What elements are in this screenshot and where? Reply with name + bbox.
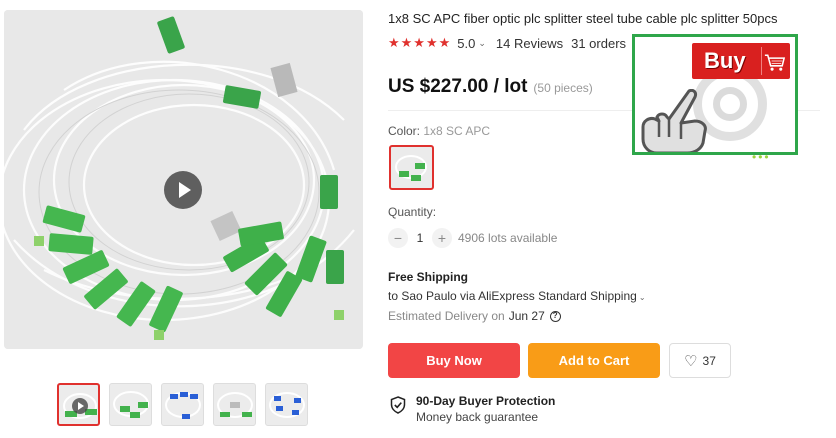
color-label: Color: 1x8 SC APC xyxy=(388,124,490,138)
shipping-title: Free Shipping xyxy=(388,270,469,284)
product-title: 1x8 SC APC fiber optic plc splitter stee… xyxy=(388,11,778,26)
heart-icon: ♡ xyxy=(684,352,698,370)
estimated-delivery-date: Jun 27 xyxy=(508,309,545,323)
buy-overlay-banner: Buy xyxy=(632,34,798,155)
product-page: 1x8 SC APC fiber optic plc splitter stee… xyxy=(0,0,836,438)
estimated-delivery: Estimated Delivery on Jun 27 ? xyxy=(388,309,561,323)
wishlist-button[interactable]: ♡ 37 xyxy=(669,343,731,378)
quantity-minus-button[interactable]: − xyxy=(388,228,408,248)
thumbnail-1[interactable] xyxy=(57,383,100,426)
decoration-dots: ••• xyxy=(752,150,771,164)
thumbnail-3[interactable] xyxy=(161,383,204,426)
orders-count: 31 orders xyxy=(571,35,627,51)
shipping-method[interactable]: to Sao Paulo via AliExpress Standard Shi… xyxy=(388,289,646,303)
thumbnail-image xyxy=(217,392,253,418)
overlay-buy-button[interactable]: Buy xyxy=(692,43,790,79)
shield-check-icon xyxy=(390,396,406,414)
shipping-method-text: to Sao Paulo via AliExpress Standard Shi… xyxy=(388,289,637,303)
overlay-buy-label: Buy xyxy=(704,48,746,73)
buyer-protection-subtitle: Money back guarantee xyxy=(416,410,539,424)
price-row: US $227.00 / lot (50 pieces) xyxy=(388,76,593,98)
thumbnail-2[interactable] xyxy=(109,383,152,426)
thumbnail-4[interactable] xyxy=(213,383,256,426)
buyer-protection-title: 90-Day Buyer Protection xyxy=(416,394,556,408)
chevron-down-icon: ⌄ xyxy=(638,293,646,302)
pieces-per-lot: (50 pieces) xyxy=(533,81,593,95)
thumbnail-image xyxy=(165,392,201,419)
lots-available: 4906 lots available xyxy=(458,231,558,245)
pointing-hand-icon xyxy=(641,89,707,152)
swatch-image xyxy=(395,155,427,181)
buy-now-button[interactable]: Buy Now xyxy=(388,343,520,378)
wishlist-count: 37 xyxy=(702,353,716,368)
thumbnail-image xyxy=(269,392,305,418)
reviews-link[interactable]: 14 Reviews xyxy=(496,36,563,51)
play-icon xyxy=(72,398,88,414)
play-icon xyxy=(179,182,191,198)
color-value: 1x8 SC APC xyxy=(423,124,491,138)
color-swatch[interactable] xyxy=(389,145,434,190)
main-product-image[interactable] xyxy=(4,10,363,349)
thumbnail-image xyxy=(113,391,149,418)
play-video-button[interactable] xyxy=(164,171,202,209)
rating-stars-icon: ★★★★★ xyxy=(388,35,452,50)
thumbnail-5[interactable] xyxy=(265,383,308,426)
add-to-cart-button[interactable]: Add to Cart xyxy=(528,343,660,378)
color-label-text: Color: xyxy=(388,124,421,138)
rating-score[interactable]: 5.0 xyxy=(457,36,475,51)
estimated-delivery-label: Estimated Delivery on xyxy=(388,309,505,323)
thumbnail-strip xyxy=(57,383,308,426)
rating-row: ★★★★★ 5.0 ⌄ 14 Reviews 31 orders xyxy=(388,35,626,51)
chevron-down-icon[interactable]: ⌄ xyxy=(478,38,486,49)
quantity-stepper: − 1 + 4906 lots available xyxy=(388,228,557,248)
quantity-label: Quantity: xyxy=(388,205,437,219)
shopping-cart-icon xyxy=(761,47,786,75)
product-price: US $227.00 / lot xyxy=(388,76,528,97)
quantity-input[interactable]: 1 xyxy=(408,231,432,245)
quantity-plus-button[interactable]: + xyxy=(432,228,452,248)
help-icon[interactable]: ? xyxy=(549,310,561,322)
